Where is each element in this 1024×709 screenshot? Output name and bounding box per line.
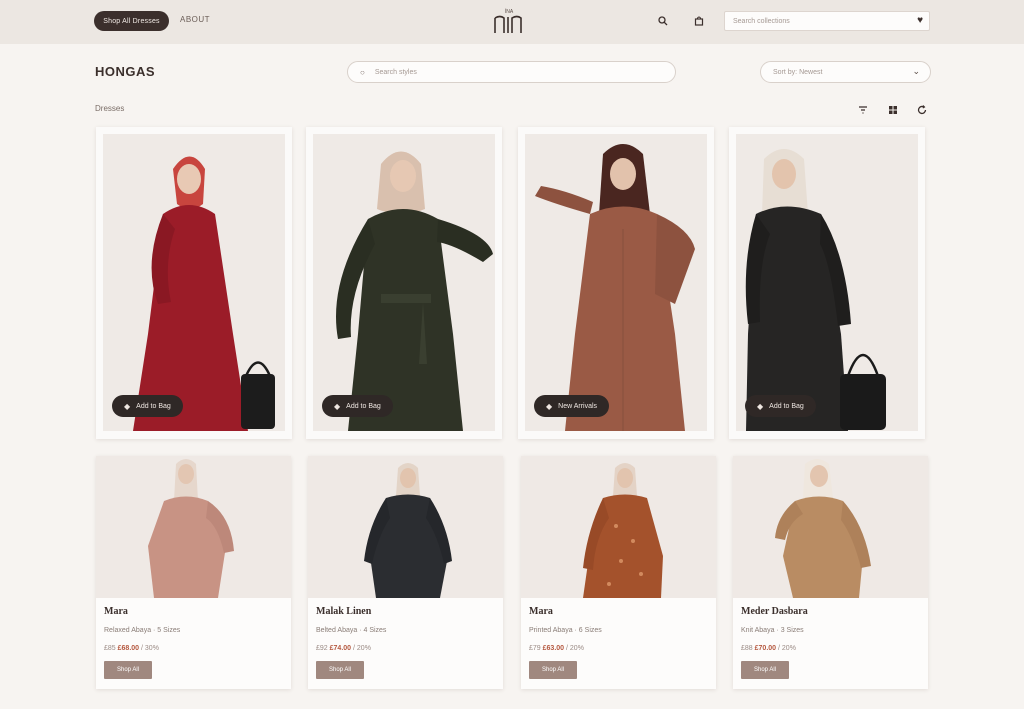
- tag-label: Add to Bag: [136, 402, 171, 410]
- price-suffix: / 20%: [566, 645, 584, 652]
- sale-price: £68.00: [117, 645, 140, 652]
- price-suffix: / 20%: [353, 645, 371, 652]
- product-image: ◆ Add to Bag: [736, 134, 918, 431]
- add-to-bag-button[interactable]: ◆ Add to Bag: [745, 395, 816, 417]
- top-bar: Shop All Dresses ABOUT ÍNA Search collec…: [0, 0, 1024, 44]
- tag-label: Add to Bag: [769, 402, 804, 410]
- product-image: ◆ Add to Bag: [103, 134, 285, 431]
- search-input[interactable]: ○ Search styles: [347, 61, 676, 83]
- search-icon: ○: [360, 67, 365, 77]
- product-image: [96, 456, 291, 598]
- sale-price: £74.00: [329, 645, 352, 652]
- product-meta: Belted Abaya · 4 Sizes: [316, 627, 387, 634]
- brand-logo-label: ÍNA: [505, 8, 514, 15]
- product-image: [521, 456, 716, 598]
- featured-card[interactable]: ◆ Add to Bag: [96, 127, 292, 439]
- product-meta: Printed Abaya · 6 Sizes: [529, 627, 602, 634]
- product-price: £79 £63.00 / 20%: [529, 645, 584, 652]
- heart-icon[interactable]: ♥: [917, 15, 923, 26]
- featured-card[interactable]: ◆ Add to Bag: [729, 127, 925, 439]
- header-search-input[interactable]: Search collections ♥: [724, 11, 930, 31]
- bag-icon: ◆: [334, 401, 341, 411]
- shop-button[interactable]: Shop All: [316, 661, 364, 679]
- old-price: £85: [104, 645, 116, 652]
- old-price: £88: [741, 645, 753, 652]
- product-price: £85 £68.00 / 30%: [104, 645, 159, 652]
- old-price: £92: [316, 645, 328, 652]
- product-card[interactable]: Mara Printed Abaya · 6 Sizes £79 £63.00 …: [521, 456, 716, 689]
- filter-icon[interactable]: [856, 103, 870, 117]
- product-card[interactable]: Meder Dasbara Knit Abaya · 3 Sizes £88 £…: [733, 456, 928, 689]
- search-placeholder: Search styles: [374, 68, 417, 76]
- product-name: Mara: [529, 606, 553, 617]
- about-link[interactable]: ABOUT: [180, 15, 210, 24]
- grid-view-icon[interactable]: [886, 103, 900, 117]
- sort-placeholder: Sort by: Newest: [773, 68, 823, 76]
- price-suffix: / 30%: [141, 645, 159, 652]
- featured-card[interactable]: ◆ Add to Bag: [306, 127, 502, 439]
- page-title: HONGAS: [95, 64, 156, 79]
- product-image: ◆ Add to Bag: [313, 134, 495, 431]
- bag-icon: ◆: [757, 401, 764, 411]
- product-image: ◆ New Arrivals: [525, 134, 707, 431]
- tag-label: Add to Bag: [346, 402, 381, 410]
- results-label: Dresses: [95, 104, 125, 113]
- bag-icon: ◆: [124, 401, 131, 411]
- sale-price: £63.00: [542, 645, 565, 652]
- product-name: Malak Linen: [316, 606, 372, 617]
- product-card[interactable]: Mara Relaxed Abaya · 5 Sizes £85 £68.00 …: [96, 456, 291, 689]
- sale-price: £70.00: [754, 645, 777, 652]
- product-price: £88 £70.00 / 20%: [741, 645, 796, 652]
- add-to-bag-button[interactable]: ◆ Add to Bag: [322, 395, 393, 417]
- refresh-icon[interactable]: [915, 103, 929, 117]
- bag-icon: ◆: [546, 401, 553, 411]
- shop-all-button[interactable]: Shop All Dresses: [94, 11, 169, 31]
- shop-button[interactable]: Shop All: [104, 661, 152, 679]
- featured-card[interactable]: ◆ New Arrivals: [518, 127, 714, 439]
- shop-button[interactable]: Shop All: [529, 661, 577, 679]
- price-suffix: / 20%: [778, 645, 796, 652]
- shop-button[interactable]: Shop All: [741, 661, 789, 679]
- search-icon[interactable]: [656, 14, 670, 28]
- product-price: £92 £74.00 / 20%: [316, 645, 371, 652]
- product-meta: Knit Abaya · 3 Sizes: [741, 627, 804, 634]
- chevron-down-icon: ⌄: [912, 66, 920, 76]
- product-image: [308, 456, 503, 598]
- header-search-placeholder: Search collections: [733, 17, 790, 25]
- product-name: Mara: [104, 606, 128, 617]
- new-arrivals-button[interactable]: ◆ New Arrivals: [534, 395, 610, 417]
- sort-dropdown[interactable]: Sort by: Newest ⌄: [760, 61, 931, 83]
- product-name: Meder Dasbara: [741, 606, 808, 617]
- bag-icon[interactable]: [692, 14, 706, 28]
- product-card[interactable]: Malak Linen Belted Abaya · 4 Sizes £92 £…: [308, 456, 503, 689]
- tag-label: New Arrivals: [558, 402, 598, 410]
- add-to-bag-button[interactable]: ◆ Add to Bag: [112, 395, 183, 417]
- brand-logo[interactable]: ÍNA: [492, 6, 526, 36]
- product-meta: Relaxed Abaya · 5 Sizes: [104, 627, 181, 634]
- product-image: [733, 456, 928, 598]
- old-price: £79: [529, 645, 541, 652]
